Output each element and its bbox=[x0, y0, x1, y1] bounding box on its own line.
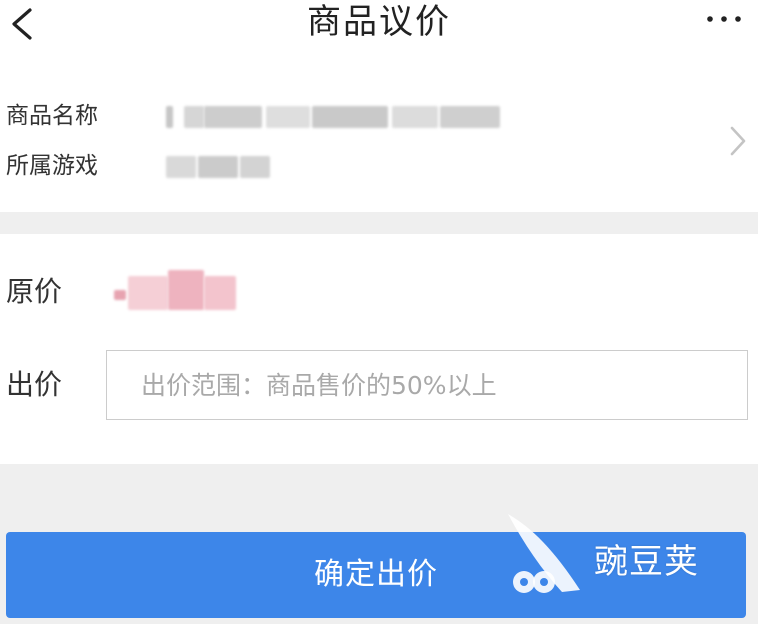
offer-row: 出价 bbox=[0, 350, 758, 420]
original-price-label: 原价 bbox=[6, 275, 63, 308]
bargain-page: 商品议价 商品名称 所属游戏 原价 出价 出价范围：商品售价的50%以上 确定出… bbox=[0, 0, 758, 624]
game-label: 所属游戏 bbox=[6, 153, 98, 179]
game-row: 所属游戏 bbox=[0, 146, 700, 186]
page-title: 商品议价 bbox=[307, 2, 451, 42]
product-info-row[interactable]: 商品名称 所属游戏 bbox=[0, 80, 758, 212]
product-name-label: 商品名称 bbox=[6, 103, 98, 129]
offer-price-input[interactable] bbox=[106, 350, 748, 420]
offer-label: 出价 bbox=[6, 368, 63, 401]
product-name-row: 商品名称 bbox=[0, 96, 700, 136]
more-horizontal-icon bbox=[707, 16, 741, 22]
original-price-row: 原价 bbox=[0, 262, 758, 322]
confirm-offer-button[interactable]: 确定出价 bbox=[6, 532, 746, 618]
chevron-right-icon bbox=[730, 126, 746, 156]
section-divider bbox=[0, 212, 758, 234]
more-button[interactable] bbox=[688, 0, 748, 44]
top-nav-bar: 商品议价 bbox=[0, 0, 758, 44]
